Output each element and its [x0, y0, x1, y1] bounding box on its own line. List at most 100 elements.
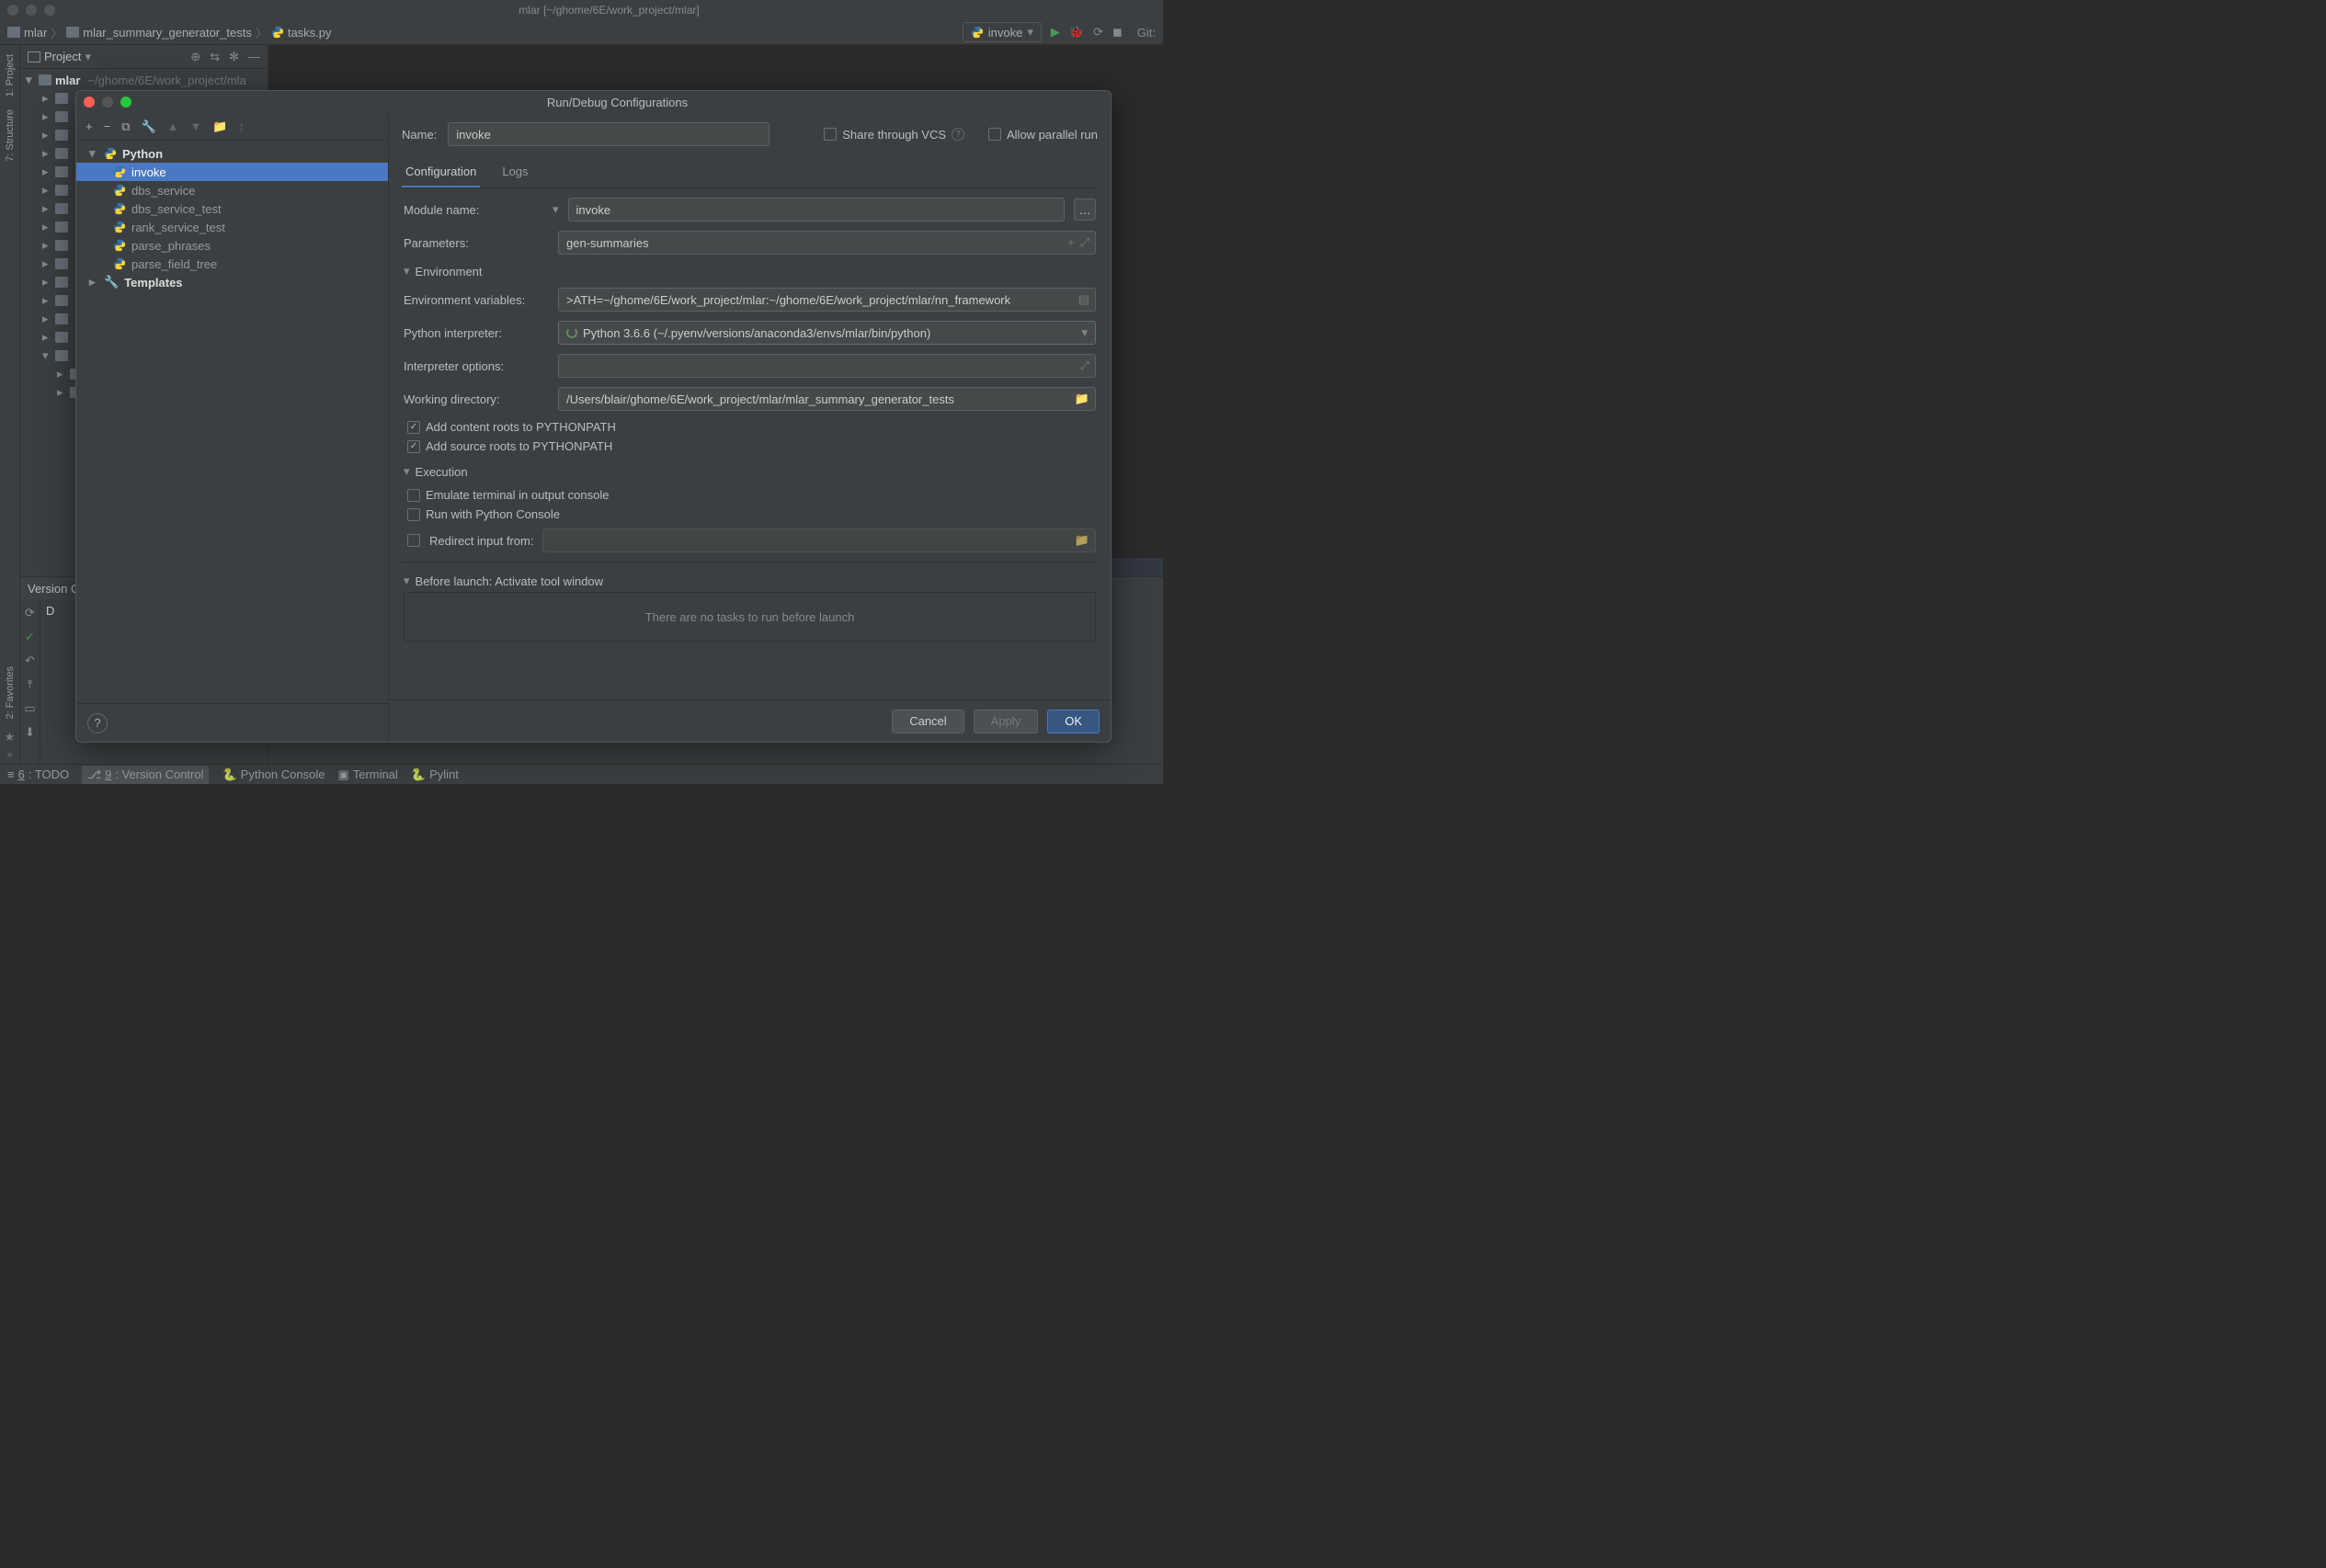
emulate-checkbox[interactable] — [407, 489, 420, 502]
zoom-button[interactable] — [120, 97, 131, 108]
tab-logs[interactable]: Logs — [498, 159, 531, 187]
todo-tool[interactable]: ≡ 6: 6: TODOTODO — [7, 767, 69, 781]
add-button[interactable]: + — [86, 119, 93, 133]
tree-item[interactable]: dbs_service_test — [76, 199, 388, 218]
parameters-input[interactable]: gen-summaries+⤢ — [558, 231, 1096, 255]
tree-item[interactable]: dbs_service — [76, 181, 388, 199]
book-icon[interactable]: ▭ — [23, 701, 38, 716]
undo-icon[interactable]: ↶ — [23, 653, 38, 668]
before-launch-label[interactable]: Before launch: Activate tool window — [416, 574, 604, 588]
debug-button[interactable]: 🐞 — [1069, 25, 1084, 40]
dialog-title: Run/Debug Configurations — [131, 96, 1103, 109]
expand-icon[interactable]: ⇆ — [210, 50, 220, 64]
dialog-traffic — [84, 97, 131, 108]
terminal-tool[interactable]: ▣ Terminal — [337, 767, 397, 782]
pyconsole-checkbox[interactable] — [407, 508, 420, 521]
tree-item-invoke[interactable]: invoke — [76, 163, 388, 181]
name-input[interactable] — [448, 122, 770, 146]
emulate-label: Emulate terminal in output console — [426, 488, 609, 502]
share-checkbox[interactable] — [824, 128, 837, 141]
traffic-lights — [7, 5, 55, 16]
parallel-checkbox[interactable] — [988, 128, 1001, 141]
tree-item[interactable]: parse_phrases — [76, 236, 388, 255]
workdir-label: Working directory: — [404, 392, 549, 406]
interpreter-select[interactable]: Python 3.6.6 (~/.pyenv/versions/anaconda… — [558, 321, 1096, 345]
env-section-label[interactable]: Environment — [416, 265, 483, 278]
close-button[interactable] — [84, 97, 95, 108]
folder-button[interactable]: 📁 — [212, 119, 227, 134]
source-roots-checkbox[interactable] — [407, 440, 420, 453]
check-icon[interactable]: ✓ — [23, 630, 38, 644]
redirect-label: Redirect input from: — [429, 534, 533, 548]
add-icon[interactable]: + — [1067, 235, 1075, 250]
sort-button[interactable]: ↕ — [239, 119, 245, 133]
minimize-dot[interactable] — [26, 5, 37, 16]
download-icon[interactable]: ⬇ — [23, 725, 38, 740]
project-panel-title[interactable]: Project ▾ — [28, 50, 185, 64]
tree-item[interactable]: parse_field_tree — [76, 255, 388, 273]
copy-button[interactable]: ⧉ — [121, 119, 130, 134]
wrench-icon[interactable]: 🔧 — [141, 119, 155, 134]
tree-group-templates[interactable]: ▸🔧Templates — [76, 273, 388, 291]
name-label: Name: — [402, 128, 437, 142]
config-tree[interactable]: ▾Python invoke dbs_service dbs_service_t… — [76, 141, 388, 703]
config-toolbar: + − ⧉ 🔧 ▲ ▼ 📁 ↕ — [76, 113, 388, 141]
tab-configuration[interactable]: Configuration — [402, 159, 480, 187]
interp-options-label: Interpreter options: — [404, 359, 549, 373]
help-button[interactable]: ? — [87, 713, 108, 733]
redirect-input[interactable]: 📁 — [542, 528, 1096, 552]
more-icon[interactable]: » — [7, 750, 13, 760]
tree-group-python[interactable]: ▾Python — [76, 144, 388, 163]
before-launch-list[interactable]: There are no tasks to run before launch — [404, 592, 1096, 642]
breadcrumb-sep: 〉 — [51, 24, 63, 41]
python-console-tool[interactable]: 🐍 Python Console — [222, 767, 325, 782]
vcs-tool[interactable]: ⎇ 9: Version Control — [82, 766, 209, 784]
ok-button[interactable]: OK — [1047, 710, 1100, 733]
remove-button[interactable]: − — [104, 119, 111, 133]
nav-bar: mlar 〉 mlar_summary_generator_tests 〉 ta… — [0, 20, 1163, 45]
breadcrumb-item[interactable]: mlar_summary_generator_tests — [66, 26, 252, 40]
shelf-icon[interactable]: ⤒ — [23, 677, 38, 692]
exec-section-label[interactable]: Execution — [416, 465, 468, 479]
workdir-input[interactable]: /Users/blair/ghome/6E/work_project/mlar/… — [558, 387, 1096, 411]
folder-icon[interactable]: 📁 — [1075, 533, 1089, 548]
info-icon[interactable]: ? — [952, 128, 964, 141]
list-icon[interactable]: ▤ — [1078, 292, 1089, 307]
hide-icon[interactable]: — — [248, 50, 260, 64]
apply-button[interactable]: Apply — [974, 710, 1039, 733]
up-button[interactable]: ▲ — [167, 119, 179, 133]
run-config-selector[interactable]: invoke ▾ — [963, 22, 1042, 42]
module-label: Module name: — [404, 203, 549, 217]
chevron-down-icon: ▾ — [1027, 25, 1033, 40]
favorites-tab[interactable]: 2: Favorites — [3, 661, 17, 724]
close-dot[interactable] — [7, 5, 18, 16]
browse-button[interactable]: … — [1074, 199, 1096, 221]
coverage-button[interactable]: ⟳ — [1093, 25, 1103, 40]
stop-button[interactable]: ◼ — [1112, 25, 1123, 40]
expand-icon[interactable]: ⤢ — [1080, 358, 1089, 373]
expand-icon[interactable]: ⤢ — [1080, 235, 1089, 250]
project-tab[interactable]: 1: Project — [3, 49, 17, 102]
zoom-dot[interactable] — [44, 5, 55, 16]
redirect-checkbox[interactable] — [407, 534, 420, 547]
run-button[interactable]: ▶ — [1051, 25, 1060, 40]
left-tool-gutter: 1: Project 7: Structure 2: Favorites ★ » — [0, 45, 20, 764]
down-button[interactable]: ▼ — [190, 119, 202, 133]
content-roots-checkbox[interactable] — [407, 421, 420, 434]
gear-icon[interactable]: ✻ — [229, 50, 239, 64]
envvars-input[interactable]: >ATH=~/ghome/6E/work_project/mlar:~/ghom… — [558, 288, 1096, 312]
locate-icon[interactable]: ⊕ — [190, 50, 200, 64]
window-titlebar: mlar [~/ghome/6E/work_project/mlar] — [0, 0, 1163, 20]
chevron-down-icon[interactable]: ▾ — [553, 202, 559, 217]
breadcrumb-file[interactable]: tasks.py — [271, 26, 332, 40]
breadcrumb-item[interactable]: mlar — [7, 26, 47, 40]
tree-item[interactable]: rank_service_test — [76, 218, 388, 236]
refresh-icon[interactable]: ⟳ — [23, 606, 38, 620]
interp-options-input[interactable]: ⤢ — [558, 354, 1096, 378]
folder-icon[interactable]: 📁 — [1075, 392, 1089, 406]
cancel-button[interactable]: Cancel — [892, 710, 963, 733]
pylint-tool[interactable]: 🐍 Pylint — [411, 767, 459, 782]
module-input[interactable] — [568, 198, 1065, 222]
structure-tab[interactable]: 7: Structure — [3, 104, 17, 167]
run-debug-dialog: Run/Debug Configurations + − ⧉ 🔧 ▲ ▼ 📁 ↕… — [75, 90, 1112, 743]
